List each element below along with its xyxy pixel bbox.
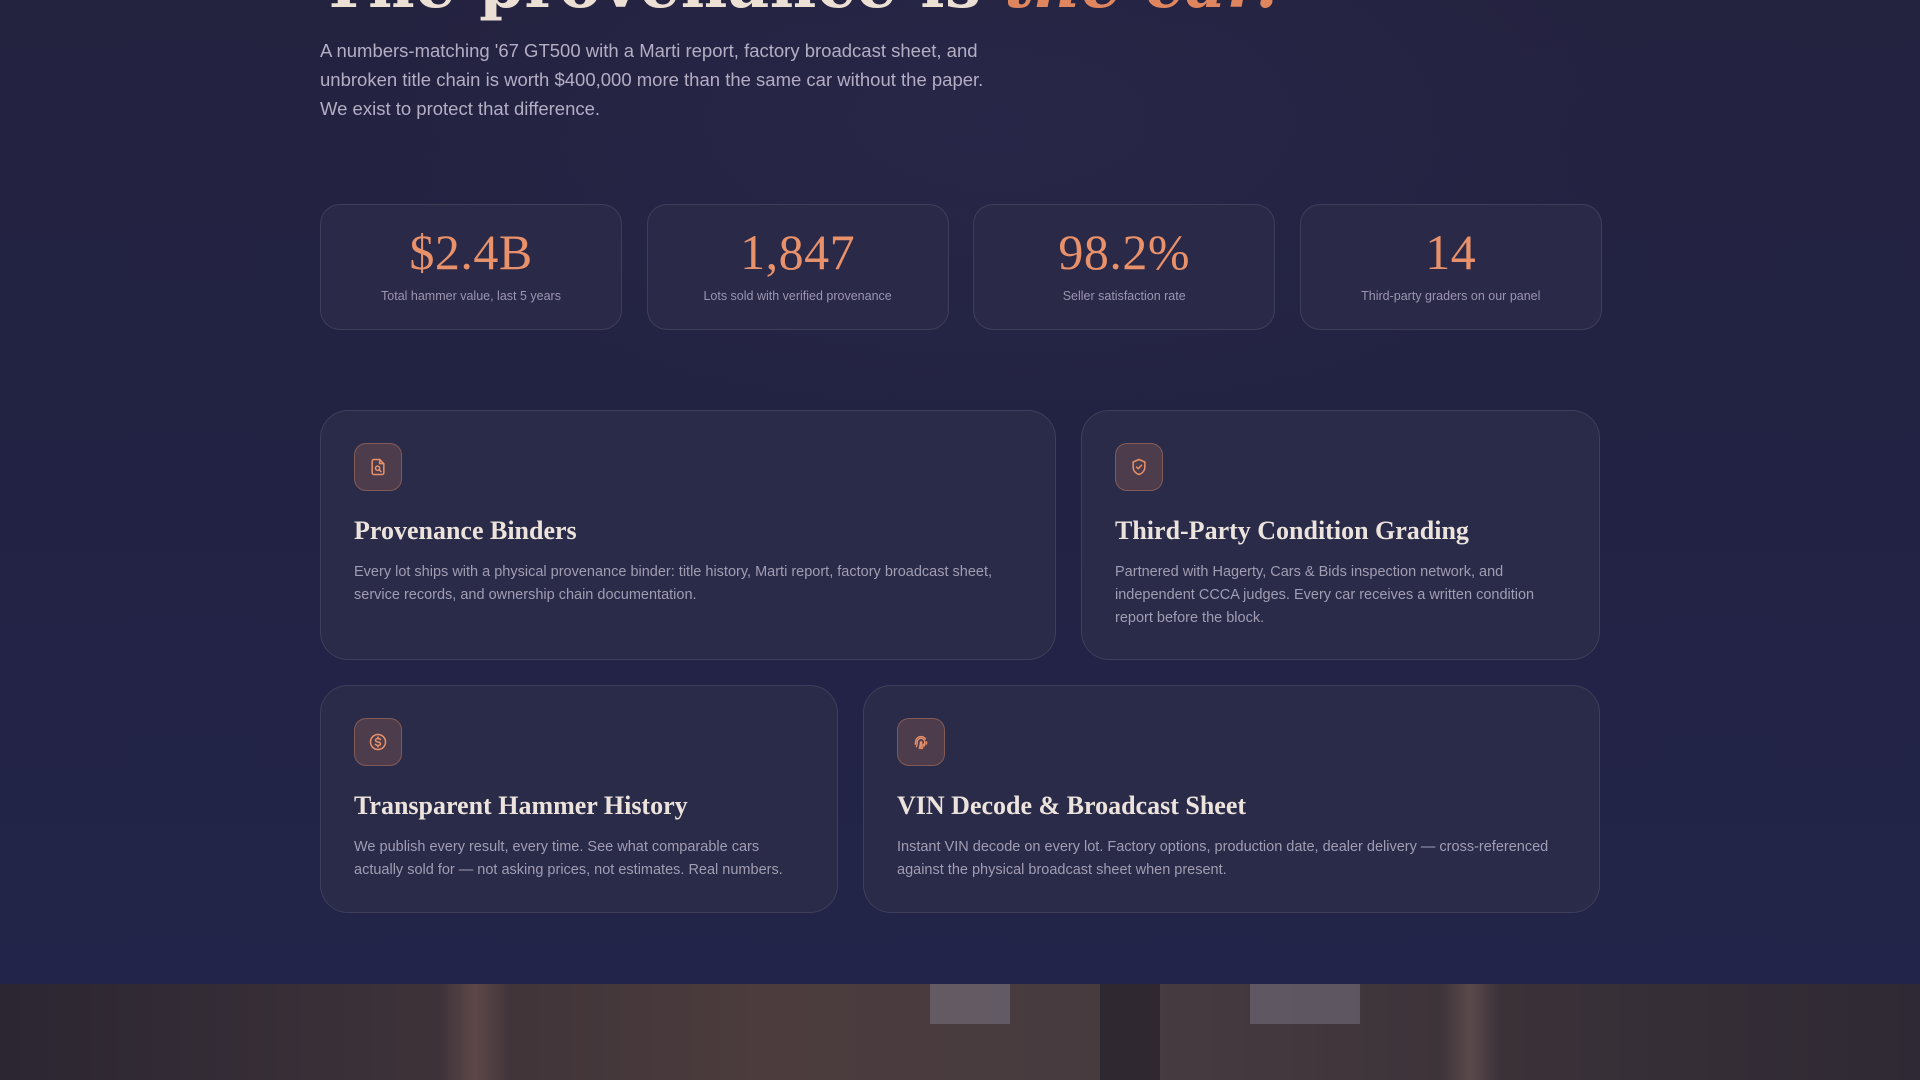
stat-value: $2.4B [409,224,533,280]
stat-value: 1,847 [740,224,856,280]
heading-accent: the car. [1004,0,1278,23]
heading-main: The provenance is [320,0,1004,23]
stat-label: Total hammer value, last 5 years [381,289,561,303]
hero-photo-strip [0,984,1920,1080]
stat-card-graders: 14 Third-party graders on our panel [1299,204,1602,330]
features-grid: Provenance Binders Every lot ships with … [320,410,1600,938]
shield-check-icon [1115,443,1163,491]
stat-card-hammer-value: $2.4B Total hammer value, last 5 years [320,204,622,330]
stat-value: 14 [1425,224,1477,280]
photo-beam [1100,984,1160,1080]
page: The provenance is the car. A numbers-mat… [0,0,1920,1080]
stat-label: Seller satisfaction rate [1062,289,1186,303]
feature-card-condition-grading: Third-Party Condition Grading Partnered … [1081,410,1600,660]
photo-beam [440,984,510,1080]
feature-description: Every lot ships with a physical provenan… [354,564,993,603]
photo-beam [1440,984,1500,1080]
stats-row: $2.4B Total hammer value, last 5 years 1… [320,204,1602,330]
stat-label: Lots sold with verified provenance [703,289,892,303]
feature-description: Partnered with Hagerty, Cars & Bids insp… [1115,564,1535,626]
feature-card-vin-decode: VIN Decode & Broadcast Sheet Instant VIN… [863,685,1600,913]
photo-window [1250,984,1360,1024]
document-search-icon [354,443,402,491]
photo-window [930,984,1010,1024]
stat-card-satisfaction: 98.2% Seller satisfaction rate [973,204,1276,330]
section-heading: The provenance is the car. [320,0,1278,23]
feature-title: Third-Party Condition Grading [1115,516,1469,545]
feature-card-provenance-binders: Provenance Binders Every lot ships with … [320,410,1056,660]
stat-value: 98.2% [1058,224,1191,280]
fingerprint-icon [897,718,945,766]
intro-paragraph: A numbers-matching '67 GT500 with a Mart… [320,40,984,119]
dollar-circle-icon [354,718,402,766]
stat-label: Third-party graders on our panel [1361,289,1541,303]
feature-card-hammer-history: Transparent Hammer History We publish ev… [320,685,838,913]
feature-description: We publish every result, every time. See… [354,839,783,878]
feature-title: VIN Decode & Broadcast Sheet [897,791,1247,820]
feature-title: Transparent Hammer History [354,791,688,820]
feature-description: Instant VIN decode on every lot. Factory… [897,839,1549,878]
stat-card-lots-sold: 1,847 Lots sold with verified provenance [646,204,949,330]
feature-title: Provenance Binders [354,516,577,545]
